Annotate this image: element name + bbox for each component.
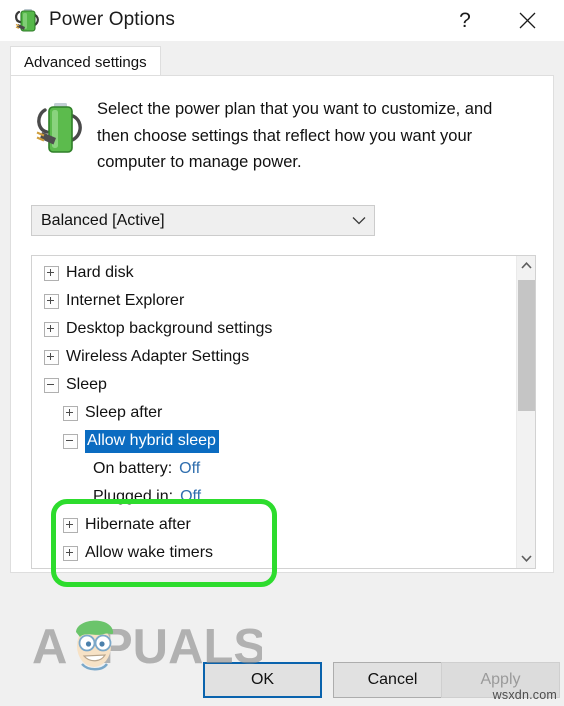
- battery-plug-icon: [35, 98, 87, 160]
- tree-row-label: Hibernate after: [85, 516, 191, 533]
- tree-row[interactable]: Allow hybrid sleep: [32, 427, 517, 455]
- tree-row-label: Allow hybrid sleep: [85, 429, 219, 453]
- collapse-minus-icon[interactable]: [63, 433, 78, 449]
- chevron-up-icon[interactable]: [517, 256, 535, 275]
- tree-row[interactable]: Hibernate after: [32, 511, 517, 539]
- power-plan-selected-value: Balanced [Active]: [41, 211, 165, 229]
- tree-row-label: Plugged in:: [93, 488, 174, 505]
- tree-row[interactable]: Sleep after: [32, 399, 517, 427]
- tree-row[interactable]: Desktop background settings: [32, 315, 517, 343]
- advanced-settings-panel: Select the power plan that you want to c…: [10, 75, 554, 622]
- tree-row[interactable]: Allow wake timers: [32, 539, 517, 567]
- cancel-button[interactable]: Cancel: [333, 662, 452, 698]
- expand-plus-icon[interactable]: [44, 321, 59, 337]
- expand-plus-icon[interactable]: [63, 405, 78, 421]
- title-bar: Power Options ?: [0, 0, 564, 41]
- tree-row-label: Wireless Adapter Settings: [66, 348, 250, 365]
- expand-plus-icon[interactable]: [44, 349, 59, 365]
- chevron-down-icon: [344, 216, 374, 225]
- battery-plug-icon: [13, 5, 43, 35]
- expand-plus-icon[interactable]: [44, 265, 59, 281]
- chevron-down-icon[interactable]: [517, 549, 535, 568]
- tree-row-value[interactable]: Off: [180, 488, 201, 506]
- tab-strip: Advanced settings: [0, 41, 564, 77]
- tree-row-label: Desktop background settings: [66, 320, 273, 337]
- tree-scrollbar[interactable]: [516, 256, 535, 568]
- tree-row-label: Sleep after: [85, 404, 163, 421]
- tree-row[interactable]: Plugged in: Off: [32, 483, 517, 511]
- expand-plus-icon[interactable]: [63, 517, 78, 533]
- window-title: Power Options: [49, 9, 175, 30]
- tree-rows: Hard disk Internet Explorer Desktop backgr…: [32, 256, 517, 568]
- help-question-icon[interactable]: ?: [442, 0, 488, 41]
- scrollbar-thumb[interactable]: [518, 280, 535, 411]
- tab-advanced-settings[interactable]: Advanced settings: [10, 46, 161, 77]
- tree-row[interactable]: Hard disk: [32, 259, 517, 287]
- tree-row[interactable]: Wireless Adapter Settings: [32, 343, 517, 371]
- expand-plus-icon[interactable]: [63, 545, 78, 561]
- tree-row[interactable]: Sleep: [32, 371, 517, 399]
- panel-description: Select the power plan that you want to c…: [97, 100, 493, 171]
- cancel-button-label: Cancel: [367, 671, 418, 688]
- tree-row-label: Hard disk: [66, 264, 134, 281]
- expand-plus-icon[interactable]: [44, 293, 59, 309]
- close-icon[interactable]: [504, 0, 550, 41]
- tree-row-value[interactable]: Off: [179, 460, 200, 478]
- tree-row-label: Allow wake timers: [85, 544, 214, 561]
- tree-row-label: On battery:: [93, 460, 173, 477]
- tree-row[interactable]: Internet Explorer: [32, 287, 517, 315]
- collapse-minus-icon[interactable]: [44, 377, 59, 393]
- tree-row-label: Sleep: [66, 376, 107, 393]
- ok-button[interactable]: OK: [203, 662, 322, 698]
- ok-button-label: OK: [250, 671, 275, 688]
- power-settings-tree[interactable]: Hard disk Internet Explorer Desktop backgr…: [31, 255, 536, 569]
- tree-row-label: Internet Explorer: [66, 292, 185, 309]
- source-watermark-text: wsxdn.com: [492, 688, 557, 702]
- tab-label: Advanced settings: [24, 53, 147, 71]
- apply-button-label: Apply: [480, 671, 521, 688]
- power-plan-select[interactable]: Balanced [Active]: [31, 205, 375, 236]
- tree-row[interactable]: On battery: Off: [32, 455, 517, 483]
